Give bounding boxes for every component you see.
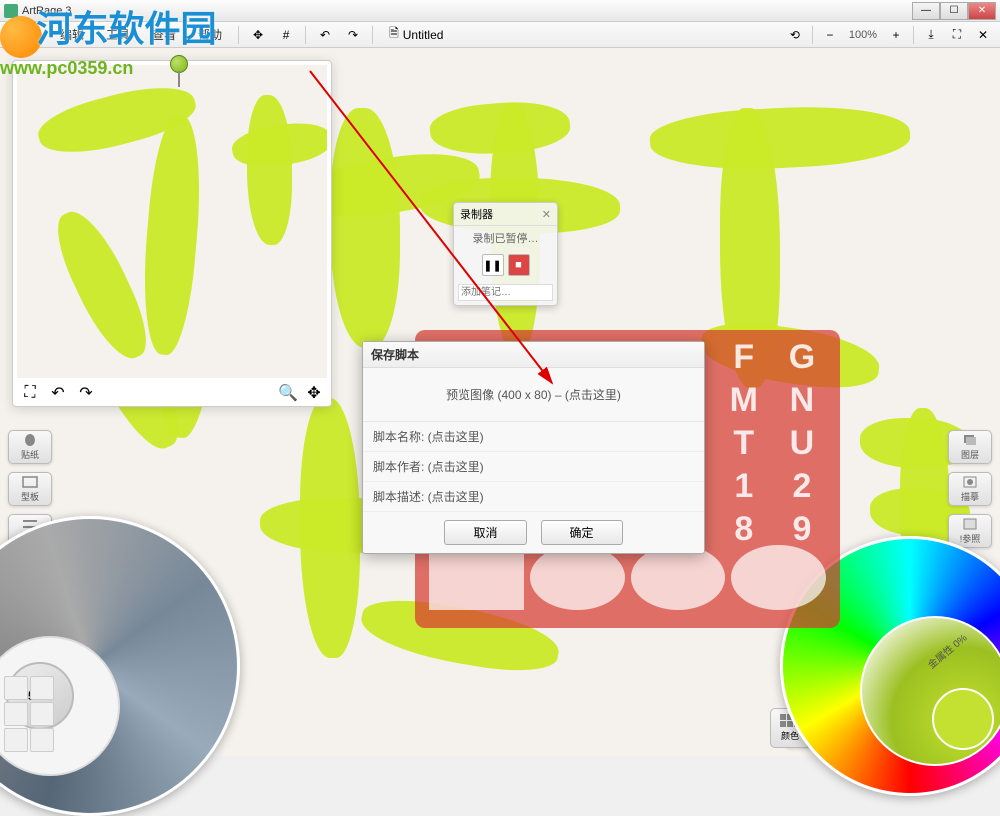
tool-size-cell[interactable]: [30, 728, 54, 752]
stencil-char: 8: [720, 510, 768, 549]
save-script-dialog: 保存脚本 预览图像 (400 x 80) – (点击这里) 脚本名称: (点击这…: [362, 341, 705, 554]
zoom-level[interactable]: 100%: [845, 29, 881, 41]
ok-button[interactable]: 确定: [541, 520, 623, 545]
cancel-button[interactable]: 取消: [444, 520, 526, 545]
stencil-char: N: [778, 381, 826, 420]
color-wheel-swatch[interactable]: [932, 688, 994, 750]
stencil-char: 1: [720, 467, 768, 506]
dialog-buttons: 取消 确定: [363, 512, 704, 553]
stencil-char: 2: [778, 467, 826, 506]
tracing-pod[interactable]: 描摹: [948, 472, 992, 506]
stencil-circle: [731, 545, 826, 610]
note-icon: [961, 517, 979, 531]
tool-size-cell[interactable]: [4, 676, 28, 700]
move-icon[interactable]: ✥: [247, 24, 269, 46]
stencil-square: [429, 545, 524, 610]
pin-needle: [178, 71, 180, 87]
stencil-char: 9: [778, 510, 826, 549]
stencil-char: M: [720, 381, 768, 420]
stencil-char: G: [778, 338, 826, 377]
zoom-out-icon[interactable]: −: [819, 24, 841, 46]
window-title: ArtRage 3: [22, 5, 912, 17]
redo-icon[interactable]: ↷: [342, 24, 364, 46]
ref-expand-icon[interactable]: ⛶: [19, 382, 41, 404]
layers-icon: [961, 433, 979, 447]
tracing-icon: [961, 475, 979, 489]
menu-edit[interactable]: 编辑: [52, 24, 92, 45]
stencil-icon: [21, 475, 39, 489]
stencils-pod[interactable]: 型板: [8, 472, 52, 506]
grid-icon[interactable]: #: [275, 24, 297, 46]
pod-label: 贴纸: [21, 448, 39, 461]
separator: [812, 26, 813, 44]
separator: [238, 26, 239, 44]
reference-panel-body: [17, 65, 327, 378]
pod-label: 描摹: [961, 490, 979, 503]
tool-size-cell[interactable]: [4, 702, 28, 726]
stencil-circle: [530, 545, 625, 610]
dialog-title: 保存脚本: [363, 342, 704, 368]
script-desc-field[interactable]: 脚本描述: (点击这里): [363, 482, 704, 512]
menu-file[interactable]: 文件: [6, 24, 46, 45]
ref-zoom-icon[interactable]: 🔍: [277, 382, 299, 404]
recorder-stop-button[interactable]: ■: [508, 254, 530, 276]
pod-label: !参照: [960, 532, 981, 545]
separator: [372, 26, 373, 44]
fit-icon[interactable]: ⤓: [920, 24, 942, 46]
titlebar: ArtRage 3 — ☐ ✕: [0, 0, 1000, 22]
document-tab[interactable]: 🗎 Untitled: [381, 22, 451, 47]
zoom-in-icon[interactable]: +: [885, 24, 907, 46]
close-canvas-icon[interactable]: ✕: [972, 24, 994, 46]
pod-label: 图层: [961, 448, 979, 461]
tool-wheel[interactable]: 50%: [0, 566, 240, 756]
recorder-note: [454, 280, 557, 305]
pod-label: 型板: [21, 490, 39, 503]
close-button[interactable]: ✕: [968, 2, 996, 20]
dialog-preview-area[interactable]: 预览图像 (400 x 80) – (点击这里): [363, 368, 704, 422]
recorder-close-icon[interactable]: ✕: [542, 208, 551, 221]
recorder-pause-button[interactable]: ❚❚: [482, 254, 504, 276]
minimize-button[interactable]: —: [912, 2, 940, 20]
menubar: 文件 编辑 工具 查看 帮助 ✥ # ↶ ↷ 🗎 Untitled ⟲ − 10…: [0, 22, 1000, 48]
reference-panel[interactable]: ⛶ ↶ ↷ 🔍 ✥: [12, 60, 332, 407]
window-controls: — ☐ ✕: [912, 2, 996, 20]
document-name: Untitled: [403, 28, 444, 42]
layers-pod[interactable]: 图层: [948, 430, 992, 464]
stencil-circle: [631, 545, 726, 610]
menubar-right: ⟲ − 100% + ⤓ ⛶ ✕: [784, 24, 994, 46]
reference-panel-footer: ⛶ ↶ ↷ 🔍 ✥: [13, 380, 331, 406]
undo-icon[interactable]: ↶: [314, 24, 336, 46]
ref-move-icon[interactable]: ✥: [303, 382, 325, 404]
document-icon: 🗎: [389, 24, 399, 45]
footprint-icon: [21, 433, 39, 447]
app-icon: [4, 4, 18, 18]
separator: [305, 26, 306, 44]
menu-tool[interactable]: 工具: [98, 24, 138, 45]
stencil-char: U: [778, 424, 826, 463]
recorder-header: 录制器 ✕: [454, 203, 557, 226]
stencil-char: F: [720, 338, 768, 377]
maximize-button[interactable]: ☐: [940, 2, 968, 20]
tool-size-cell[interactable]: [4, 728, 28, 752]
separator: [913, 26, 914, 44]
tool-size-cell[interactable]: [30, 702, 54, 726]
tool-size-grid: [4, 676, 54, 752]
tool-size-cell[interactable]: [30, 676, 54, 700]
ref-undo-icon[interactable]: ↶: [47, 382, 69, 404]
script-author-field[interactable]: 脚本作者: (点击这里): [363, 452, 704, 482]
panel-pin[interactable]: [170, 55, 188, 87]
menu-help[interactable]: 帮助: [190, 24, 230, 45]
ref-redo-icon[interactable]: ↷: [75, 382, 97, 404]
recorder-status: 录制已暂停…: [454, 226, 557, 250]
recorder-note-input[interactable]: [458, 284, 553, 301]
recorder-title: 录制器: [460, 206, 493, 222]
recorder-panel[interactable]: 录制器 ✕ 录制已暂停… ❚❚ ■: [453, 202, 558, 306]
pod-toggle-icon[interactable]: ⟲: [784, 24, 806, 46]
fullscreen-icon[interactable]: ⛶: [946, 24, 968, 46]
menu-view[interactable]: 查看: [144, 24, 184, 45]
recorder-controls: ❚❚ ■: [454, 250, 557, 280]
stickers-pod[interactable]: 贴纸: [8, 430, 52, 464]
stencil-char: T: [720, 424, 768, 463]
script-name-field[interactable]: 脚本名称: (点击这里): [363, 422, 704, 452]
